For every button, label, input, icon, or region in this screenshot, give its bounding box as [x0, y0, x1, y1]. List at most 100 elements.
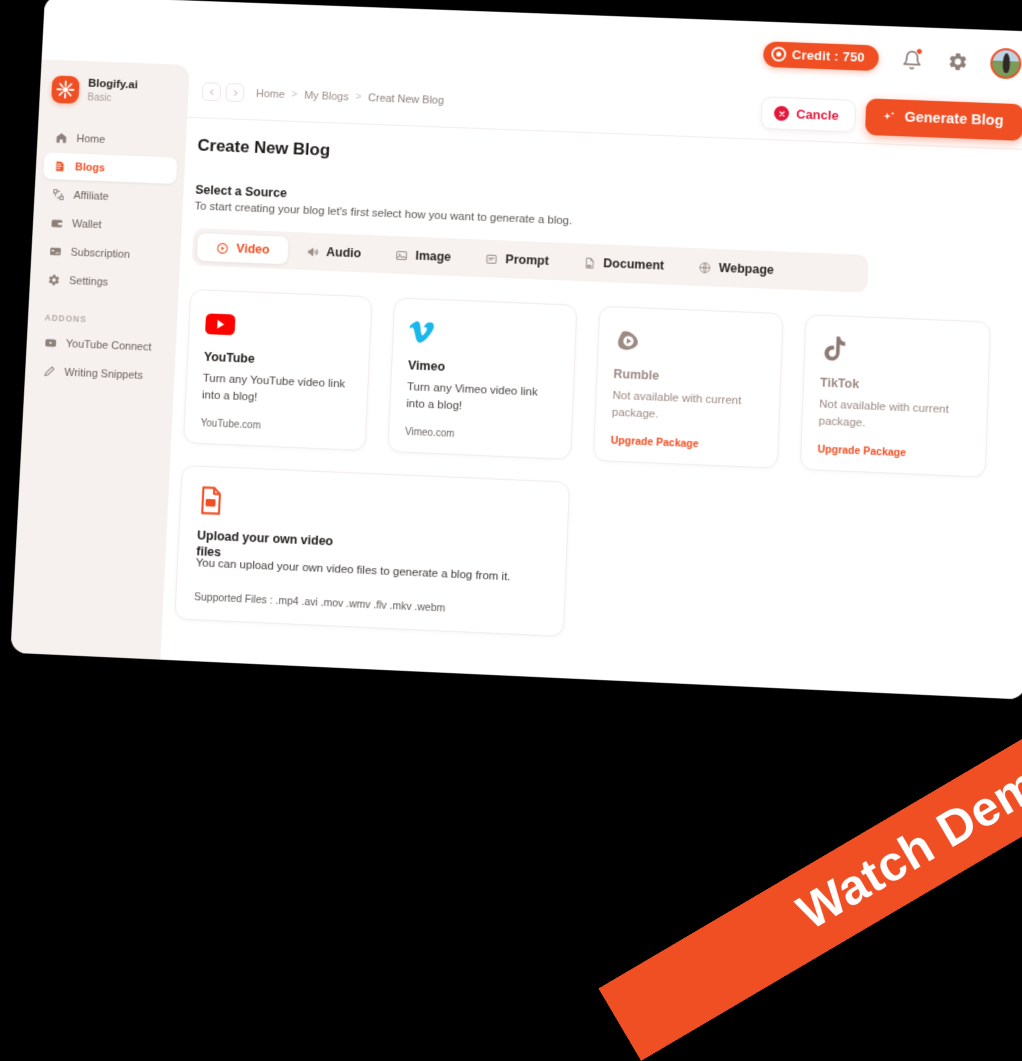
- credit-badge[interactable]: Credit : 750: [763, 41, 879, 71]
- sidebar-item-label: Affiliate: [73, 189, 109, 202]
- app-window: Credit : 750: [10, 0, 1022, 700]
- prompt-icon: [484, 252, 498, 266]
- header-actions: Cancle Generate Blog: [761, 94, 1022, 140]
- sidebar-item-blogs[interactable]: Blogs: [43, 152, 177, 184]
- play-circle-icon: [215, 241, 229, 255]
- forward-button[interactable]: [225, 83, 245, 102]
- brand-plan: Basic: [87, 91, 137, 106]
- sidebar-item-label: Writing Snippets: [64, 366, 143, 381]
- sparkle-icon: [881, 109, 896, 124]
- brand-name: Blogify.ai: [88, 77, 138, 93]
- breadcrumb-separator: >: [355, 92, 361, 103]
- upload-file-icon: [198, 483, 550, 532]
- sidebar-item-label: Blogs: [75, 161, 105, 174]
- tab-video[interactable]: Video: [197, 233, 289, 264]
- gear-icon: [46, 273, 60, 287]
- tiktok-icon: [821, 332, 974, 372]
- source-card-title: Vimeo: [408, 358, 558, 378]
- breadcrumb: Home > My Blogs > Creat New Blog: [256, 88, 444, 107]
- sidebar-item-settings[interactable]: Settings: [37, 266, 172, 298]
- source-card-footer: Vimeo.com: [405, 413, 556, 444]
- wallet-icon: [49, 216, 63, 230]
- pdf-file-icon: [582, 255, 596, 269]
- coin-icon: [771, 46, 786, 61]
- page-body: Create New Blog Select a Source To start…: [162, 118, 1022, 659]
- source-card-rumble[interactable]: Rumble Not available with current packag…: [593, 306, 784, 469]
- upgrade-package-link[interactable]: Upgrade Package: [610, 421, 762, 453]
- sidebar-nav: Home Blogs Affiliate: [29, 124, 186, 299]
- sidebar-item-home[interactable]: Home: [45, 124, 179, 156]
- speaker-icon: [305, 244, 319, 258]
- main-content: Home > My Blogs > Creat New Blog Cancle: [160, 65, 1022, 700]
- cancel-button[interactable]: Cancle: [761, 96, 856, 132]
- tab-label: Image: [415, 249, 451, 264]
- sidebar-item-label: Wallet: [72, 218, 102, 231]
- vimeo-icon: [409, 315, 560, 355]
- subscription-icon: [48, 244, 62, 258]
- affiliate-icon: [51, 187, 65, 201]
- rumble-icon: [614, 323, 766, 363]
- upgrade-package-link[interactable]: Upgrade Package: [817, 430, 970, 462]
- sidebar-item-wallet[interactable]: Wallet: [40, 209, 174, 241]
- breadcrumb-item-home[interactable]: Home: [256, 88, 285, 101]
- source-card-tiktok[interactable]: TikTok Not available with current packag…: [800, 314, 991, 478]
- sidebar-item-writing-snippets[interactable]: Writing Snippets: [32, 358, 167, 390]
- youtube-icon: [205, 306, 355, 346]
- nav-arrows: [202, 82, 245, 102]
- screenshot-stage: Credit : 750: [0, 0, 1022, 760]
- sidebar-item-youtube-connect[interactable]: YouTube Connect: [34, 329, 169, 361]
- brand[interactable]: Blogify.ai Basic: [39, 73, 189, 108]
- notification-bell-button[interactable]: [898, 46, 925, 73]
- breadcrumb-item-current: Creat New Blog: [368, 92, 444, 107]
- globe-icon: [698, 260, 712, 274]
- source-card-youtube[interactable]: YouTube Turn any YouTube video link into…: [183, 289, 373, 451]
- home-icon: [54, 131, 68, 145]
- close-icon: [774, 106, 789, 121]
- sidebar-item-affiliate[interactable]: Affiliate: [42, 181, 176, 213]
- watch-demo-ribbon[interactable]: Watch Demo: [598, 674, 1022, 1061]
- chevron-right-icon: [231, 89, 239, 97]
- upload-video-card[interactable]: Upload your own video files You can uplo…: [174, 465, 570, 637]
- tab-label: Prompt: [505, 252, 549, 268]
- source-card-description: Turn any YouTube video link into a blog!: [202, 371, 352, 410]
- sidebar-item-label: Settings: [69, 275, 109, 288]
- source-tabs: Video Audio Image: [192, 228, 869, 293]
- tab-webpage[interactable]: Webpage: [681, 253, 790, 285]
- generate-blog-button[interactable]: Generate Blog: [865, 98, 1022, 141]
- generate-blog-label: Generate Blog: [904, 110, 1004, 130]
- back-button[interactable]: [202, 82, 221, 101]
- blogs-icon: [52, 159, 66, 173]
- sidebar-addons-nav: YouTube Connect Writing Snippets: [25, 329, 177, 391]
- chevron-left-icon: [207, 88, 215, 96]
- sidebar-section-addons: ADDONS: [28, 312, 177, 328]
- blogify-logo-icon: [51, 75, 80, 103]
- tab-label: Webpage: [719, 261, 775, 277]
- sidebar-item-label: Home: [76, 133, 105, 146]
- breadcrumb-separator: >: [291, 89, 297, 100]
- image-icon: [394, 248, 408, 262]
- tab-image[interactable]: Image: [378, 240, 467, 271]
- source-card-grid: YouTube Turn any YouTube video link into…: [183, 289, 1022, 482]
- source-card-title: TikTok: [820, 376, 972, 396]
- sidebar-item-subscription[interactable]: Subscription: [39, 238, 173, 270]
- tab-label: Document: [603, 256, 664, 272]
- sidebar: Blogify.ai Basic Home Blogs: [10, 59, 189, 659]
- tab-document[interactable]: Document: [566, 248, 680, 280]
- sidebar-item-label: YouTube Connect: [66, 338, 152, 353]
- source-card-title: Rumble: [613, 367, 764, 387]
- sidebar-item-label: Subscription: [70, 246, 130, 260]
- breadcrumb-item-my-blogs[interactable]: My Blogs: [304, 89, 349, 102]
- pen-icon: [42, 364, 56, 378]
- source-card-vimeo[interactable]: Vimeo Turn any Vimeo video link into a b…: [387, 297, 577, 460]
- tab-label: Audio: [326, 245, 362, 260]
- credit-label: Credit : 750: [792, 47, 865, 64]
- avatar-image: [1002, 53, 1010, 73]
- settings-gear-button[interactable]: [944, 48, 971, 75]
- tab-audio[interactable]: Audio: [289, 237, 377, 268]
- tab-label: Video: [236, 242, 270, 257]
- tab-prompt[interactable]: Prompt: [468, 244, 565, 276]
- avatar[interactable]: [990, 47, 1022, 79]
- watch-demo-label: Watch Demo: [788, 741, 1022, 941]
- source-card-footer: YouTube.com: [200, 405, 350, 436]
- gear-icon: [947, 51, 969, 72]
